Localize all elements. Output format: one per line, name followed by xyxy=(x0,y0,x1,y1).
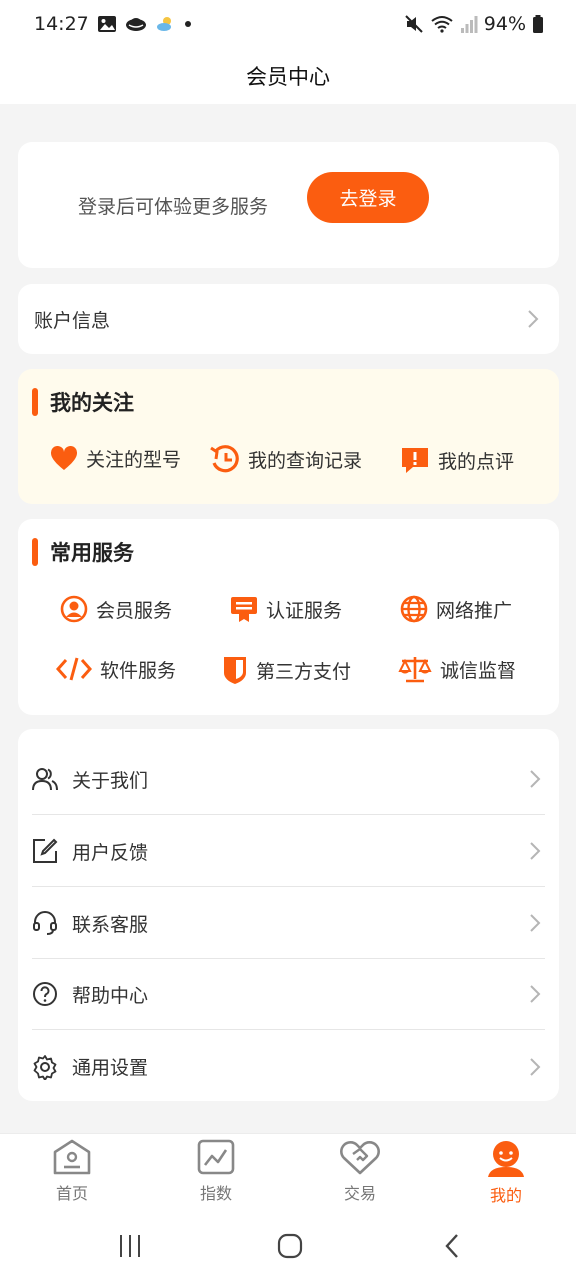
chevron-right-icon xyxy=(525,913,545,933)
section-accent-bar xyxy=(32,388,38,416)
status-bar: 14:27 94% xyxy=(0,0,576,48)
login-card: 登录后可体验更多服务 去登录 xyxy=(18,142,559,268)
edit-icon xyxy=(32,838,58,864)
menu-item-help[interactable]: 帮助中心 xyxy=(32,959,545,1030)
weather-icon xyxy=(156,17,171,31)
recent-apps-button[interactable] xyxy=(110,1229,150,1263)
bottom-tab-bar: 首页 指数 交易 我的 xyxy=(0,1133,576,1211)
chevron-right-icon xyxy=(525,1057,545,1077)
certificate-icon xyxy=(231,597,257,622)
battery-level: 94% xyxy=(483,13,526,35)
back-button[interactable] xyxy=(432,1229,472,1263)
chevron-right-icon xyxy=(525,984,545,1004)
handshake-icon xyxy=(340,1141,380,1175)
menu-item-settings[interactable]: 通用设置 xyxy=(32,1031,545,1102)
settings-menu: 关于我们 用户反馈 联系客服 帮助中心 通用设置 xyxy=(18,729,559,1101)
status-time: 14:27 xyxy=(34,13,89,35)
headset-icon xyxy=(32,910,58,936)
home-icon xyxy=(53,1139,91,1175)
my-follow-section: 我的关注 关注的型号 我的查询记录 我的点评 xyxy=(18,369,559,504)
follow-item-history[interactable]: 我的查询记录 xyxy=(210,445,362,473)
heart-icon xyxy=(50,445,78,470)
tab-mine[interactable]: 我的 xyxy=(466,1134,546,1212)
service-item-member[interactable]: 会员服务 xyxy=(60,595,172,623)
login-button[interactable]: 去登录 xyxy=(307,172,429,223)
tab-trade[interactable]: 交易 xyxy=(320,1134,400,1212)
home-button[interactable] xyxy=(270,1229,310,1263)
home-circle-icon xyxy=(277,1233,303,1259)
account-info-label: 账户信息 xyxy=(34,309,111,332)
login-prompt: 登录后可体验更多服务 xyxy=(78,195,269,218)
settings-icon xyxy=(32,1054,58,1080)
signal-icon xyxy=(460,16,478,33)
chevron-right-icon xyxy=(523,309,543,329)
follow-item-reviews[interactable]: 我的点评 xyxy=(400,445,514,475)
menu-item-about[interactable]: 关于我们 xyxy=(32,744,545,815)
service-item-integrity[interactable]: 诚信监督 xyxy=(398,655,516,683)
common-services-section: 常用服务 会员服务 认证服务 网络推广 软件服务 第三方支付 诚信监督 xyxy=(18,519,559,715)
account-info-row[interactable]: 账户信息 xyxy=(18,284,559,354)
chevron-right-icon xyxy=(525,841,545,861)
recent-apps-icon xyxy=(120,1235,140,1257)
service-item-payment[interactable]: 第三方支付 xyxy=(222,655,351,685)
history-icon xyxy=(210,445,239,473)
follow-item-models[interactable]: 关注的型号 xyxy=(50,445,181,472)
menu-item-customer-service[interactable]: 联系客服 xyxy=(32,888,545,959)
cloud-icon xyxy=(125,18,146,31)
tab-home[interactable]: 首页 xyxy=(32,1134,112,1212)
page-title: 会员中心 xyxy=(246,65,330,89)
tab-index[interactable]: 指数 xyxy=(176,1134,256,1212)
service-item-promotion[interactable]: 网络推广 xyxy=(400,595,512,623)
back-icon xyxy=(445,1234,458,1258)
mute-icon xyxy=(405,15,423,33)
shield-icon xyxy=(224,657,246,684)
code-icon xyxy=(56,657,92,681)
member-icon xyxy=(60,595,88,623)
chart-icon xyxy=(197,1139,235,1175)
comment-icon xyxy=(402,448,428,473)
service-item-software[interactable]: 软件服务 xyxy=(56,655,176,683)
service-item-certification[interactable]: 认证服务 xyxy=(230,595,342,623)
common-services-title: 常用服务 xyxy=(32,537,134,567)
wifi-icon xyxy=(431,16,453,33)
dot-icon xyxy=(184,21,191,27)
my-follow-title: 我的关注 xyxy=(32,387,134,417)
chevron-right-icon xyxy=(525,769,545,789)
scale-icon xyxy=(398,657,432,683)
section-accent-bar xyxy=(32,538,38,566)
system-nav-bar xyxy=(0,1211,576,1280)
title-bar: 会员中心 xyxy=(0,48,576,104)
image-icon xyxy=(97,16,116,32)
users-icon xyxy=(32,766,58,792)
menu-item-feedback[interactable]: 用户反馈 xyxy=(32,816,545,887)
profile-icon xyxy=(488,1141,524,1177)
help-icon xyxy=(32,981,58,1007)
globe-icon xyxy=(400,595,428,623)
battery-icon xyxy=(533,15,543,33)
